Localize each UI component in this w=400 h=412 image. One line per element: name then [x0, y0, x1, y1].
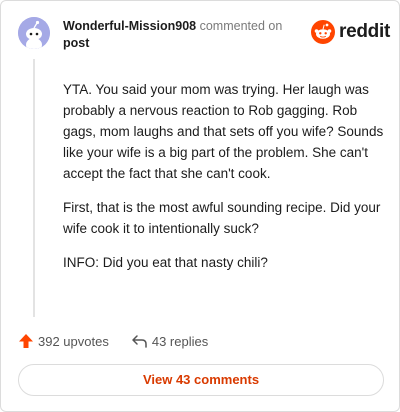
- comment-header: Wonderful-Mission908 commented on post: [63, 18, 303, 52]
- avatar[interactable]: [18, 17, 50, 49]
- reddit-logo-icon: [311, 20, 335, 44]
- comment-actions: 392 upvotes 43 replies: [18, 331, 378, 351]
- reply-arrow-icon: [132, 335, 147, 348]
- upvote-arrow-icon: [19, 334, 33, 348]
- reddit-snoo-avatar-icon: [18, 17, 50, 49]
- reddit-wordmark: reddit: [339, 21, 390, 42]
- comment-card: Wonderful-Mission908 commented on post r…: [0, 0, 400, 412]
- comment-action-text: commented on: [199, 19, 283, 33]
- comment-paragraph: First, that is the most awful sounding r…: [63, 200, 381, 236]
- upvote-count: 392 upvotes: [38, 333, 109, 349]
- reply-button[interactable]: 43 replies: [131, 334, 208, 349]
- view-comments-button[interactable]: View 43 comments: [18, 364, 384, 396]
- reply-count: 43 replies: [151, 333, 209, 349]
- thread-line: [33, 59, 35, 317]
- comment-body: YTA. You said your mom was trying. Her l…: [63, 79, 385, 286]
- post-link[interactable]: post: [63, 35, 303, 52]
- comment-paragraph: YTA. You said your mom was trying. Her l…: [63, 82, 384, 181]
- reddit-logo[interactable]: reddit: [311, 20, 390, 44]
- upvote-button[interactable]: 392 upvotes: [18, 333, 109, 349]
- comment-paragraph: INFO: Did you eat that nasty chili?: [63, 255, 268, 270]
- username[interactable]: Wonderful-Mission908: [63, 19, 196, 33]
